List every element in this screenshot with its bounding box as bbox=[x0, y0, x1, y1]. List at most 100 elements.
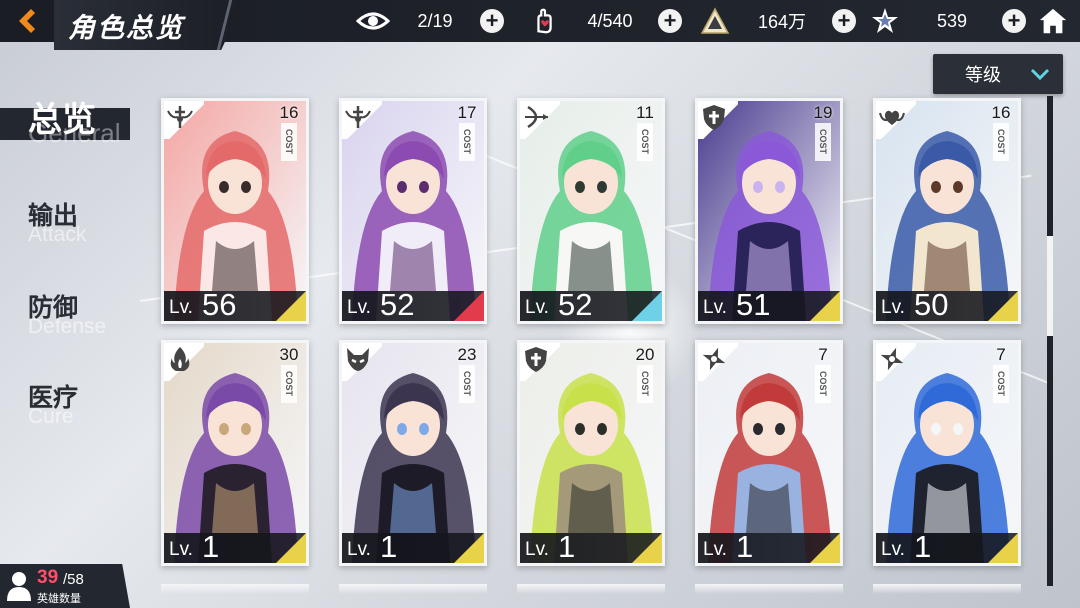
level-prefix: Lv. bbox=[347, 297, 371, 318]
character-card[interactable]: 23 COST Lv. 1 bbox=[339, 340, 487, 566]
card-frame: 30 COST Lv. 1 bbox=[164, 343, 306, 563]
scrollbar-track[interactable] bbox=[1047, 96, 1053, 586]
level-prefix: Lv. bbox=[169, 297, 193, 318]
cost-value: 7 bbox=[818, 345, 828, 364]
shield-cross-icon bbox=[698, 101, 738, 139]
cost-label: COST bbox=[459, 123, 475, 161]
character-card[interactable]: 16 COST Lv. 56 bbox=[161, 98, 309, 324]
sidebar-item-sublabel: Defense bbox=[28, 315, 107, 338]
level-value: 51 bbox=[736, 287, 771, 321]
resource-star: 539 + bbox=[868, 0, 1026, 42]
character-card[interactable]: 7 COST Lv. 1 bbox=[873, 340, 1021, 566]
rarity-accent bbox=[454, 533, 484, 563]
add-hand-button[interactable]: + bbox=[658, 9, 682, 33]
card-frame: 16 COST Lv. 50 bbox=[876, 101, 1018, 321]
level-plate: Lv. 51 bbox=[698, 287, 840, 321]
star-shard-icon bbox=[868, 4, 902, 38]
sort-dropdown[interactable]: 等级 bbox=[933, 54, 1063, 94]
rarity-accent bbox=[632, 533, 662, 563]
shuriken-icon bbox=[698, 343, 738, 381]
level-value: 52 bbox=[558, 287, 593, 321]
level-value: 1 bbox=[558, 529, 576, 563]
card-cost: 23 COST bbox=[453, 345, 481, 403]
character-card[interactable]: 11 COST Lv. 52 bbox=[517, 98, 665, 324]
fox-mask-icon bbox=[342, 343, 382, 381]
card-frame: 7 COST Lv. 1 bbox=[876, 343, 1018, 563]
sidebar-item-defense[interactable]: 防御 Defense bbox=[0, 288, 140, 342]
next-row-card-peek bbox=[873, 584, 1021, 594]
card-cost: 7 COST bbox=[987, 345, 1015, 403]
hero-total-count: /58 bbox=[63, 571, 84, 588]
rarity-accent bbox=[810, 533, 840, 563]
card-cost: 16 COST bbox=[275, 103, 303, 161]
back-button[interactable] bbox=[0, 0, 52, 42]
chevron-down-icon bbox=[1030, 68, 1050, 81]
hand-heart-icon bbox=[528, 4, 562, 38]
cost-label: COST bbox=[281, 365, 297, 403]
rarity-accent bbox=[810, 291, 840, 321]
card-frame: 16 COST Lv. 56 bbox=[164, 101, 306, 321]
level-value: 1 bbox=[736, 529, 754, 563]
card-cost: 7 COST bbox=[809, 345, 837, 403]
add-star-button[interactable]: + bbox=[1002, 9, 1026, 33]
resource-hand: 4/540 + bbox=[528, 0, 682, 42]
level-value: 52 bbox=[380, 287, 415, 321]
card-frame: 20 COST Lv. 1 bbox=[520, 343, 662, 563]
card-cost: 17 COST bbox=[453, 103, 481, 161]
card-cost: 11 COST bbox=[631, 103, 659, 161]
cost-value: 20 bbox=[635, 345, 655, 364]
resource-value: 2/19 bbox=[417, 10, 453, 31]
level-prefix: Lv. bbox=[881, 297, 905, 318]
next-row-card-peek bbox=[161, 584, 309, 594]
cost-value: 23 bbox=[457, 345, 477, 364]
eye-icon bbox=[356, 4, 390, 38]
top-bar: 角色总览 2/19 + 4/540 + 164万 + 539 + bbox=[0, 0, 1080, 50]
cost-value: 11 bbox=[636, 103, 654, 122]
cost-value: 16 bbox=[991, 103, 1011, 122]
sidebar-item-sublabel: General bbox=[28, 118, 121, 148]
level-prefix: Lv. bbox=[703, 539, 727, 560]
card-cost: 20 COST bbox=[631, 345, 659, 403]
winged-sword-icon bbox=[342, 101, 382, 139]
cost-label: COST bbox=[993, 365, 1009, 403]
sidebar-item-attack[interactable]: 输出 Attack bbox=[0, 196, 140, 250]
sidebar-item-cure[interactable]: 医疗 Cure bbox=[0, 378, 140, 432]
shield-cross-icon bbox=[520, 343, 560, 381]
add-crystal-button[interactable]: + bbox=[832, 9, 856, 33]
level-plate: Lv. 1 bbox=[876, 529, 1018, 563]
card-frame: 17 COST Lv. 52 bbox=[342, 101, 484, 321]
hero-owned-count: 39 bbox=[37, 567, 59, 588]
level-prefix: Lv. bbox=[525, 539, 549, 560]
winged-sword-icon bbox=[164, 101, 204, 139]
level-value: 50 bbox=[914, 287, 949, 321]
sidebar-item-general[interactable]: 总览 General bbox=[0, 92, 140, 152]
level-value: 1 bbox=[914, 529, 932, 563]
level-prefix: Lv. bbox=[347, 539, 371, 560]
cost-value: 17 bbox=[457, 103, 477, 122]
level-plate: Lv. 52 bbox=[342, 287, 484, 321]
add-views-button[interactable]: + bbox=[480, 9, 504, 33]
cost-value: 16 bbox=[279, 103, 299, 122]
character-card[interactable]: 7 COST Lv. 1 bbox=[695, 340, 843, 566]
cost-value: 30 bbox=[279, 345, 299, 364]
card-frame: 7 COST Lv. 1 bbox=[698, 343, 840, 563]
level-value: 1 bbox=[202, 529, 220, 563]
cost-value: 19 bbox=[813, 103, 833, 122]
character-card[interactable]: 19 COST Lv. 51 bbox=[695, 98, 843, 324]
character-card[interactable]: 30 COST Lv. 1 bbox=[161, 340, 309, 566]
rarity-accent bbox=[988, 533, 1018, 563]
level-value: 1 bbox=[380, 529, 398, 563]
character-card[interactable]: 20 COST Lv. 1 bbox=[517, 340, 665, 566]
bow-arrow-icon bbox=[520, 101, 560, 139]
scrollbar-thumb[interactable] bbox=[1047, 236, 1053, 336]
resource-crystal: 164万 + bbox=[698, 0, 856, 42]
triangle-crystal-icon bbox=[698, 4, 732, 38]
level-plate: Lv. 50 bbox=[876, 287, 1018, 321]
next-row-card-peek bbox=[339, 584, 487, 594]
character-card[interactable]: 17 COST Lv. 52 bbox=[339, 98, 487, 324]
level-plate: Lv. 1 bbox=[520, 529, 662, 563]
level-prefix: Lv. bbox=[703, 297, 727, 318]
character-card[interactable]: 16 COST Lv. 50 bbox=[873, 98, 1021, 324]
resource-value: 164万 bbox=[757, 12, 807, 32]
home-button[interactable] bbox=[1036, 4, 1070, 38]
